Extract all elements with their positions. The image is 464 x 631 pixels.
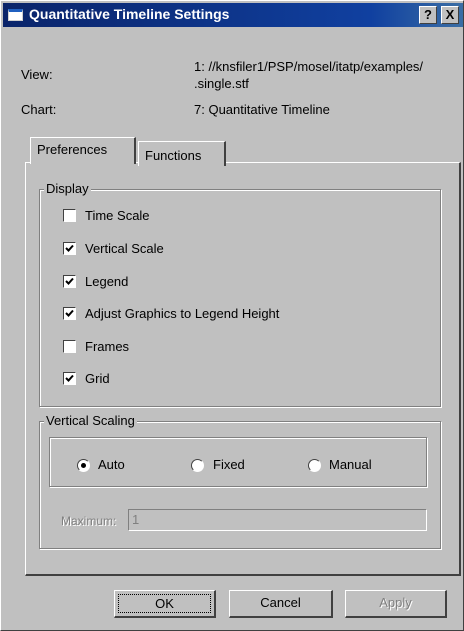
checkbox-grid[interactable]	[63, 372, 76, 385]
auto-label: Auto	[98, 457, 125, 472]
checkbox-time-scale[interactable]	[63, 209, 76, 222]
checkbox-frames[interactable]	[63, 340, 76, 353]
fixed-label: Fixed	[213, 457, 245, 472]
chart-label: Chart:	[21, 102, 57, 117]
time-scale-label: Time Scale	[85, 208, 150, 223]
vertical-scaling-title: Vertical Scaling	[44, 413, 137, 428]
view-value-line2: .single.stf	[194, 76, 249, 91]
window-title: Quantitative Timeline Settings	[29, 6, 230, 22]
tab-preferences[interactable]: Preferences	[30, 137, 136, 164]
checkmark-icon	[65, 309, 74, 317]
radio-manual[interactable]	[308, 459, 321, 472]
settings-dialog: Quantitative Timeline Settings ? X View:…	[0, 0, 464, 631]
frames-label: Frames	[85, 339, 130, 354]
cancel-button[interactable]: Cancel	[229, 590, 333, 618]
display-group-title: Display	[44, 181, 91, 196]
checkbox-adjust-graphics[interactable]	[63, 307, 76, 320]
vertical-scale-label: Vertical Scale	[85, 241, 164, 256]
checkmark-icon	[65, 277, 74, 285]
adjust-graphics-label: Adjust Graphics to Legend Height	[85, 306, 280, 321]
checkbox-legend[interactable]	[63, 275, 76, 288]
view-label: View:	[21, 67, 53, 82]
manual-label: Manual	[329, 457, 372, 472]
chart-value: 7: Quantitative Timeline	[194, 102, 330, 117]
ok-button[interactable]: OK	[114, 590, 216, 618]
legend-label: Legend	[85, 274, 129, 289]
grid-label: Grid	[85, 371, 110, 386]
maximum-label: Maximum:	[61, 514, 117, 528]
checkbox-vertical-scale[interactable]	[63, 242, 76, 255]
window-icon	[8, 9, 23, 21]
radio-fixed[interactable]	[191, 459, 204, 472]
checkmark-icon	[65, 374, 74, 382]
ok-label: OK	[118, 594, 211, 613]
apply-button[interactable]: Apply	[345, 590, 447, 618]
close-button[interactable]: X	[441, 6, 459, 24]
view-value-line1: 1: //knsfiler1/PSP/mosel/itatp/examples/	[194, 59, 424, 74]
title-bar[interactable]: Quantitative Timeline Settings ? X	[3, 3, 463, 27]
maximum-input[interactable]: 1	[128, 509, 427, 531]
radio-dot	[81, 463, 86, 468]
tab-functions[interactable]: Functions	[138, 141, 226, 166]
checkmark-icon	[65, 244, 74, 252]
help-button[interactable]: ?	[419, 6, 437, 24]
radio-auto[interactable]	[77, 459, 90, 472]
